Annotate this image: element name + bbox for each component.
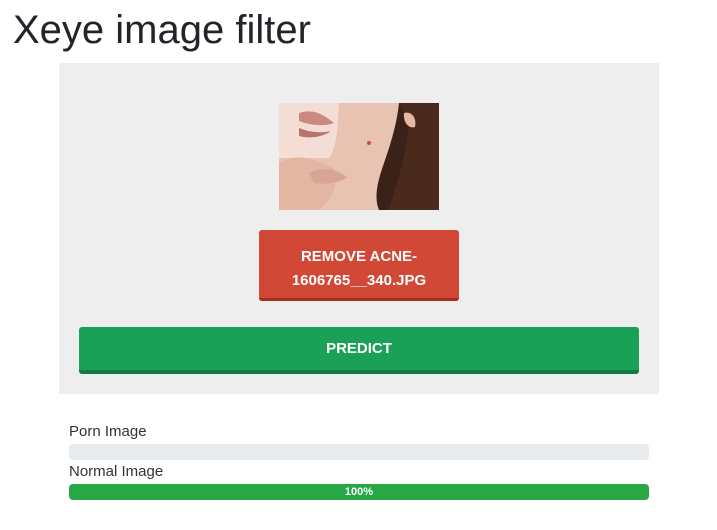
upload-panel: REMOVE ACNE-1606765__340.JPG PREDICT: [59, 63, 659, 394]
predict-button[interactable]: PREDICT: [79, 327, 639, 374]
image-preview: [279, 103, 439, 210]
remove-file-button[interactable]: REMOVE ACNE-1606765__340.JPG: [259, 230, 459, 301]
progress-normal: 100%: [69, 484, 649, 500]
result-label-normal: Normal Image: [69, 463, 164, 480]
page-title: Xeye image filter: [13, 8, 311, 52]
preview-photo: [279, 103, 439, 210]
result-label-porn: Porn Image: [69, 423, 147, 440]
progress-bar-normal: 100%: [69, 484, 649, 500]
progress-porn: [69, 444, 649, 460]
